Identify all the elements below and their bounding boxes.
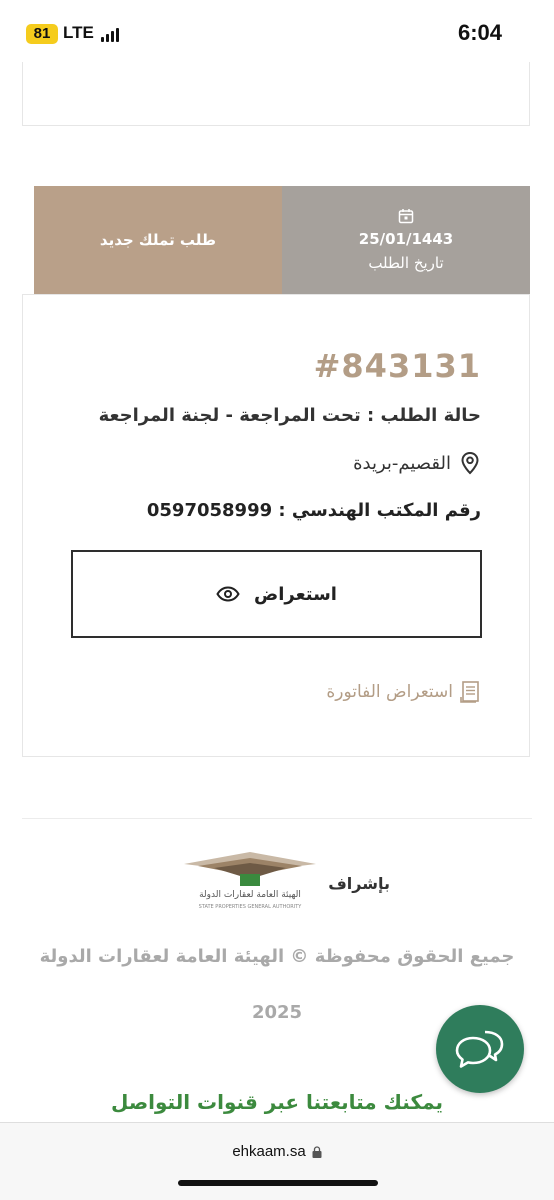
url-text: ehkaam.sa — [232, 1143, 306, 1160]
order-header: طلب تملك جديد 25/01/1443 تاريخ الطلب — [34, 186, 530, 294]
signal-icon — [101, 28, 121, 42]
state-properties-authority-logo: الهيئة العامة لعقارات الدولة STATE PROPE… — [184, 852, 316, 910]
invoice-icon — [460, 681, 479, 703]
chat-button[interactable] — [436, 1005, 524, 1093]
battery-indicator: 81 — [26, 24, 58, 44]
order-status: حالة الطلب : تحت المراجعة - لجنة المراجع… — [98, 405, 481, 426]
browser-address-bar[interactable]: ehkaam.sa — [0, 1122, 554, 1200]
url-row: ehkaam.sa — [0, 1143, 554, 1160]
previous-order-card — [22, 62, 530, 126]
calendar-icon — [398, 209, 414, 224]
logo-english-text: STATE PROPERTIES GENERAL AUTHORITY — [199, 904, 303, 910]
location-pin-icon — [461, 451, 479, 475]
footer-divider — [22, 818, 532, 819]
order-id: #843131 — [313, 347, 481, 385]
status-time: 6:04 — [458, 20, 503, 45]
order-type: طلب تملك جديد — [34, 186, 282, 294]
order-date-label: تاريخ الطلب — [368, 254, 444, 272]
copyright-text: جميع الحقوق محفوظة © الهيئة العامة لعقار… — [39, 946, 515, 967]
supervision-label: بإشراف — [328, 874, 390, 893]
order-date: 25/01/1443 — [358, 230, 454, 248]
order-location: القصيم-بريدة — [353, 451, 481, 475]
view-order-button[interactable]: استعراض — [71, 550, 482, 638]
chat-icon — [455, 1030, 504, 1068]
status-bar: 81 LTE 6:04 — [0, 0, 554, 68]
order-card: #843131 حالة الطلب : تحت المراجعة - لجنة… — [22, 294, 530, 757]
logo-arabic-text: الهيئة العامة لعقارات الدولة — [199, 890, 301, 900]
location-text: القصيم-بريدة — [353, 452, 451, 474]
view-invoice-link[interactable]: استعراض الفاتورة — [326, 680, 481, 704]
network-type: LTE — [63, 23, 94, 42]
invoice-link-label: استعراض الفاتورة — [326, 682, 453, 702]
follow-us-text: يمكنك متابعتنا عبر قنوات التواصل — [110, 1090, 443, 1114]
eye-icon — [216, 586, 240, 602]
lock-icon — [312, 1145, 322, 1158]
supervision-block: الهيئة العامة لعقارات الدولة STATE PROPE… — [180, 852, 410, 922]
office-phone: رقم المكتب الهندسي : 0597058999 — [146, 500, 481, 521]
home-indicator[interactable] — [178, 1180, 378, 1186]
view-button-label: استعراض — [254, 583, 337, 605]
order-date-block: 25/01/1443 تاريخ الطلب — [282, 186, 530, 294]
